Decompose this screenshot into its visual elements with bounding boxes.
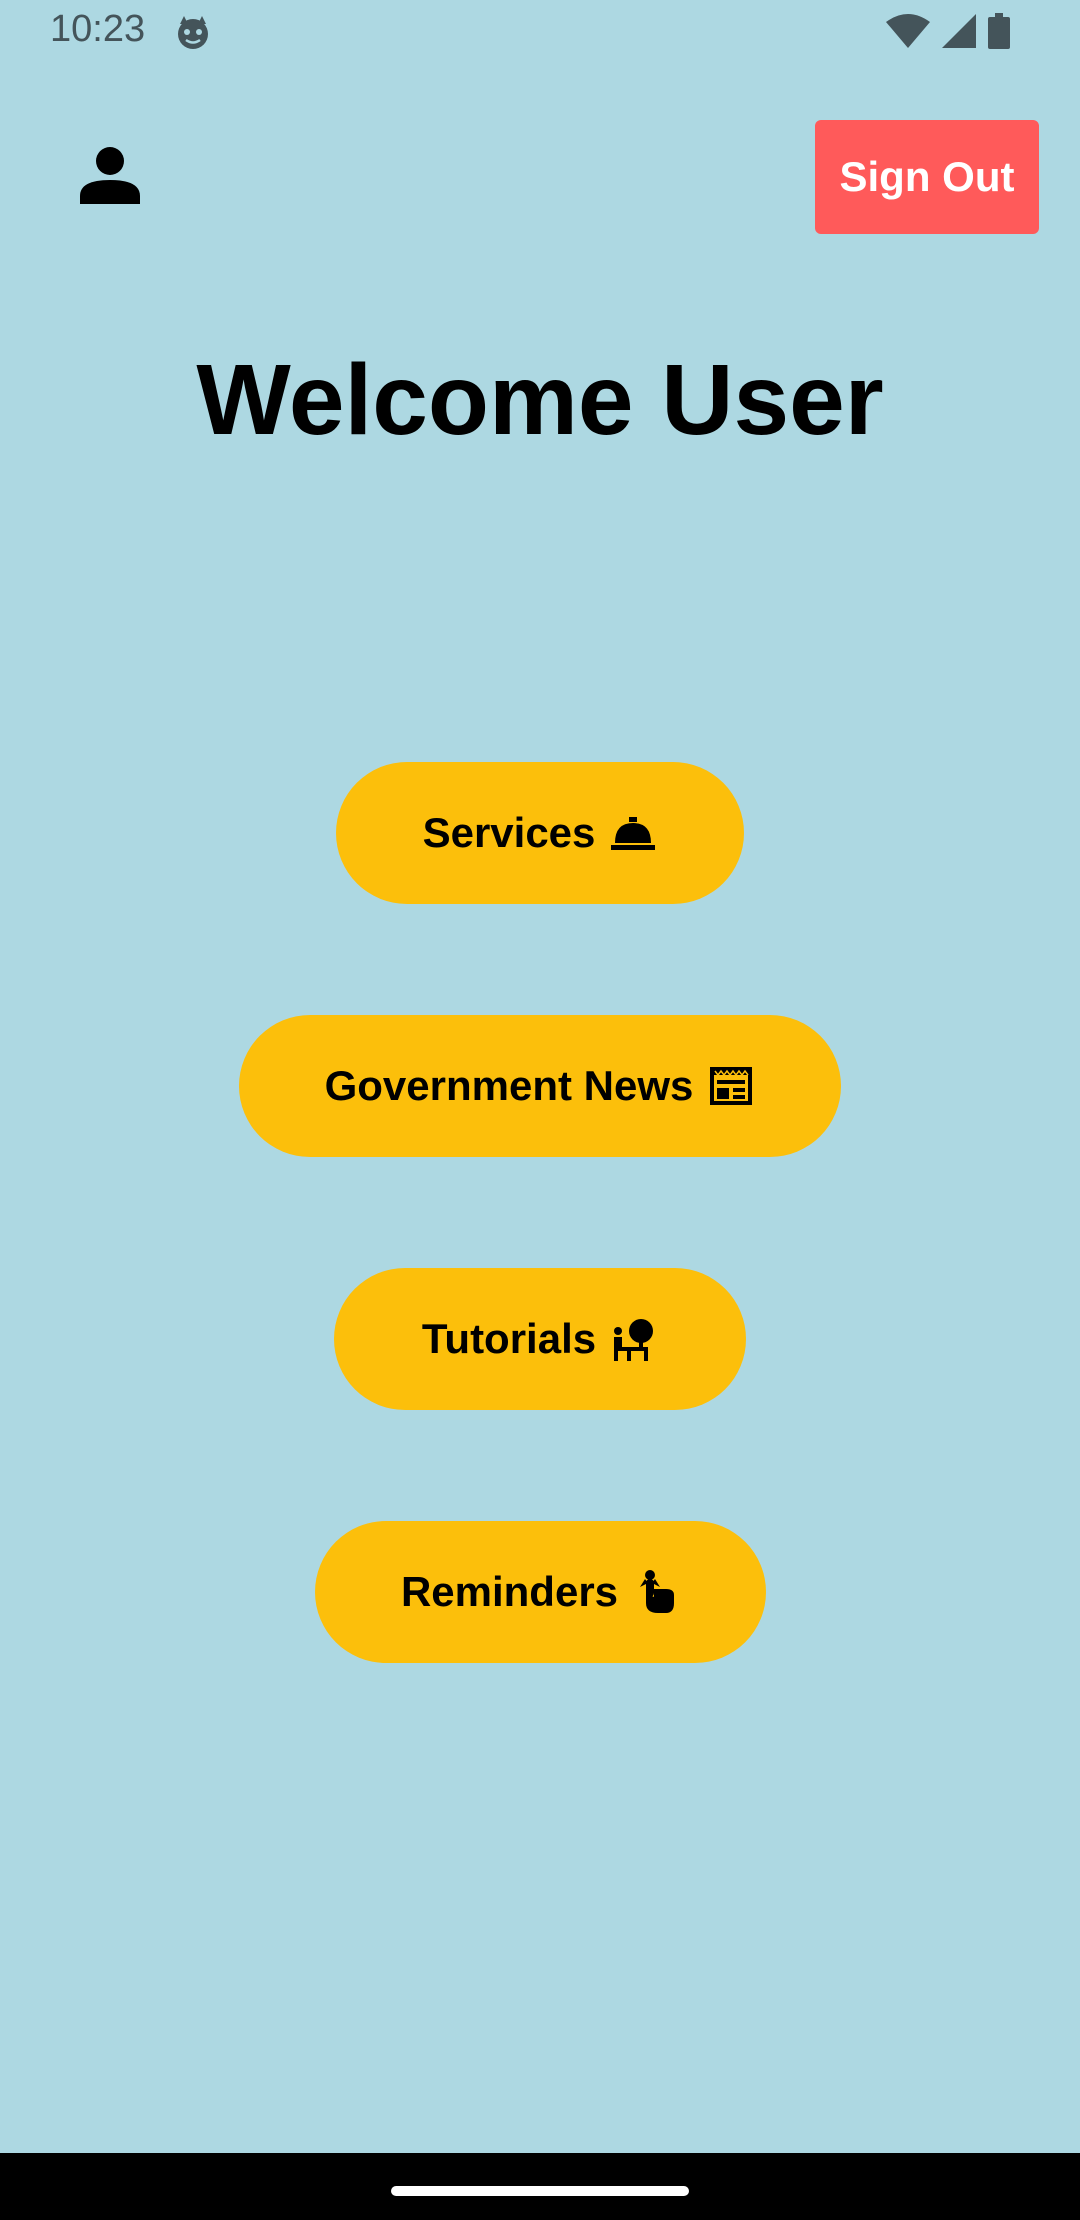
home-gesture-handle[interactable] bbox=[391, 2186, 689, 2196]
page-title: Welcome User bbox=[196, 344, 884, 456]
newspaper-icon bbox=[707, 1062, 755, 1110]
presenter-icon bbox=[610, 1315, 658, 1363]
status-bar: 10:23 bbox=[0, 0, 1080, 66]
sign-out-button[interactable]: Sign Out bbox=[815, 120, 1039, 234]
reminders-label: Reminders bbox=[400, 1568, 619, 1615]
government-news-label: Government News bbox=[324, 1062, 694, 1109]
cat-face-icon bbox=[174, 14, 212, 52]
reminders-button[interactable]: Reminders bbox=[315, 1521, 766, 1663]
tutorials-button[interactable]: Tutorials bbox=[334, 1268, 746, 1410]
tutorials-label: Tutorials bbox=[421, 1315, 597, 1362]
room-service-icon bbox=[609, 809, 657, 857]
system-nav-bar bbox=[0, 2153, 1080, 2220]
person-icon bbox=[80, 146, 140, 211]
wifi-icon bbox=[886, 13, 930, 53]
services-label: Services bbox=[422, 809, 596, 856]
services-button[interactable]: Services bbox=[336, 762, 744, 904]
cell-signal-icon bbox=[942, 13, 976, 53]
profile-button[interactable] bbox=[72, 140, 148, 216]
government-news-button[interactable]: Government News bbox=[239, 1015, 841, 1157]
battery-icon bbox=[988, 12, 1010, 54]
finger-ribbon-icon bbox=[632, 1568, 680, 1616]
status-time: 10:23 bbox=[50, 8, 146, 50]
